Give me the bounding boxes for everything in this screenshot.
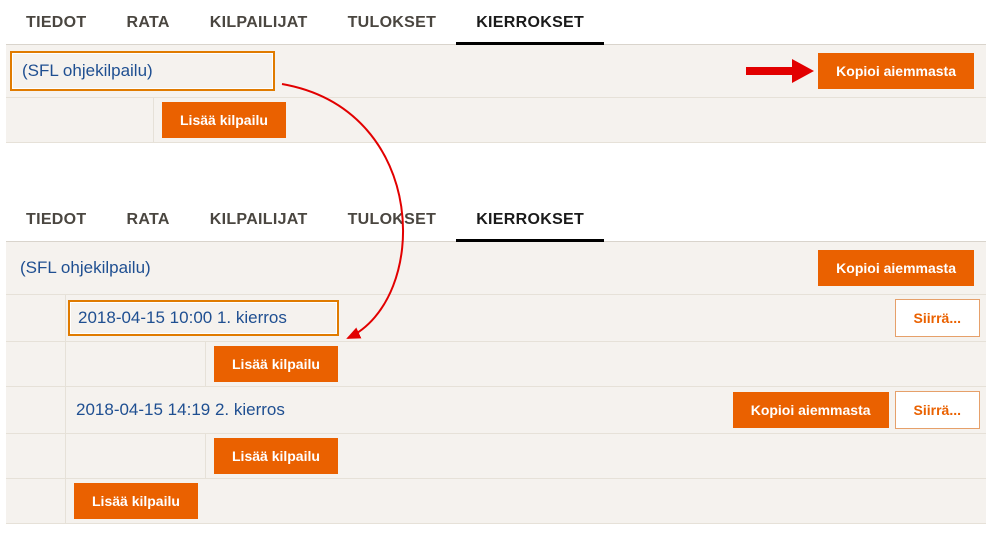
tab-kilpailijat[interactable]: KILPAILIJAT [190, 203, 328, 241]
add-competition-button[interactable]: Lisää kilpailu [214, 346, 338, 382]
round-link[interactable]: 2018-04-15 14:19 2. kierros [68, 394, 293, 426]
competition-title-link-2[interactable]: (SFL ohjekilpailu) [10, 248, 161, 288]
round-row: 2018-04-15 10:00 1. kierros Siirrä... [6, 295, 986, 342]
add-competition-row: Lisää kilpailu [6, 342, 986, 387]
competition-title-link[interactable]: (SFL ohjekilpailu) [10, 51, 275, 91]
round-row: 2018-04-15 14:19 2. kierros Kopioi aiemma… [6, 387, 986, 434]
tab-tulokset[interactable]: TULOKSET [328, 203, 457, 241]
add-competition-row-final: Lisää kilpailu [6, 479, 986, 524]
tab-rata[interactable]: RATA [106, 203, 189, 241]
tab-kilpailijat[interactable]: KILPAILIJAT [190, 6, 328, 44]
tab-tiedot[interactable]: TIEDOT [6, 203, 106, 241]
move-button[interactable]: Siirrä... [895, 299, 980, 337]
add-competition-row: Lisää kilpailu [6, 434, 986, 479]
tab-tulokset[interactable]: TULOKSET [328, 6, 457, 44]
round-link[interactable]: 2018-04-15 10:00 1. kierros [68, 300, 339, 336]
move-button[interactable]: Siirrä... [895, 391, 980, 429]
add-competition-row-top: Lisää kilpailu [6, 98, 986, 143]
competition-title-row-2: (SFL ohjekilpailu) Kopioi aiemmasta [6, 242, 986, 295]
add-competition-button[interactable]: Lisää kilpailu [214, 438, 338, 474]
add-competition-button-final[interactable]: Lisää kilpailu [74, 483, 198, 519]
tab-tiedot[interactable]: TIEDOT [6, 6, 106, 44]
tab-kierrokset[interactable]: KIERROKSET [456, 203, 604, 242]
add-competition-button[interactable]: Lisää kilpailu [162, 102, 286, 138]
annotation-arrow-right [746, 62, 816, 80]
copy-previous-button-2[interactable]: Kopioi aiemmasta [818, 250, 974, 286]
tab-rata[interactable]: RATA [106, 6, 189, 44]
competition-title-row: (SFL ohjekilpailu) Kopioi aiemmasta [6, 45, 986, 98]
copy-previous-button[interactable]: Kopioi aiemmasta [818, 53, 974, 89]
tabs-top: TIEDOTRATAKILPAILIJATTULOKSETKIERROKSET [6, 0, 986, 45]
top-panel: TIEDOTRATAKILPAILIJATTULOKSETKIERROKSET … [6, 0, 986, 143]
tab-kierrokset[interactable]: KIERROKSET [456, 6, 604, 45]
tabs-bottom: TIEDOTRATAKILPAILIJATTULOKSETKIERROKSET [6, 197, 986, 242]
bottom-panel: TIEDOTRATAKILPAILIJATTULOKSETKIERROKSET … [6, 197, 986, 524]
copy-previous-button-round[interactable]: Kopioi aiemmasta [733, 392, 889, 428]
